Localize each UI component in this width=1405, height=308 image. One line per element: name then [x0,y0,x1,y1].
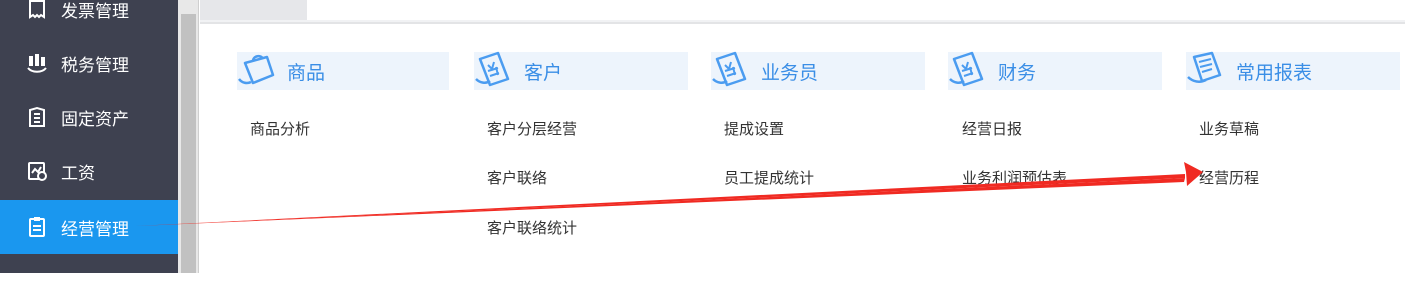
receipt-icon [712,51,747,87]
link-commission-settings[interactable]: 提成设置 [724,118,784,139]
category-title: 常用报表 [1236,61,1313,84]
invoice-icon [26,0,48,20]
tax-icon [26,52,48,74]
sidebar-item-business-management[interactable]: 经营管理 [0,200,178,254]
link-customer-contact-stats[interactable]: 客户联络统计 [487,217,577,238]
link-employee-commission-stats[interactable]: 员工提成统计 [724,167,814,188]
link-daily-business-report[interactable]: 经营日报 [962,118,1022,139]
receipt-icon [475,51,510,87]
receipt-icon [949,51,984,87]
sidebar-item-tax[interactable]: 税务管理 [0,36,178,90]
sidebar-item-fixed-assets[interactable]: 固定资产 [0,90,178,144]
sidebar-item-label: 工资 [61,163,95,184]
bag-icon [238,54,275,85]
sidebar-item-label: 税务管理 [61,55,129,76]
annotation-arrow [136,162,1203,226]
sidebar-item-more[interactable] [0,254,178,308]
circle-icon [26,270,48,292]
link-business-history[interactable]: 经营历程 [1199,167,1259,188]
category-customers: 客户 [474,51,688,90]
sidebar-item-label: 经营管理 [61,219,129,240]
link-product-analysis[interactable]: 商品分析 [250,118,310,139]
link-business-drafts[interactable]: 业务草稿 [1199,118,1259,139]
sidebar-item-salary[interactable]: 工资 [0,144,178,198]
category-salespeople: 业务员 [711,51,925,90]
category-title: 客户 [524,61,563,84]
building-icon [26,106,48,128]
category-title: 财务 [998,61,1037,84]
link-profit-estimate-table[interactable]: 业务利润预估表 [962,167,1067,188]
report-icon [1187,51,1222,83]
link-customer-tiering[interactable]: 客户分层经营 [487,118,577,139]
sidebar-item-invoice[interactable]: 发票管理 [0,0,178,36]
top-tab[interactable] [200,0,307,20]
sidebar: 发票管理 税务管理 固定资产 工资 经营管理 [0,0,178,292]
top-bar-panel [307,0,1405,20]
sidebar-item-label: 固定资产 [61,109,129,130]
sidebar-item-label: 发票管理 [61,1,129,22]
category-finance: 财务 [948,51,1162,90]
category-common-reports: 常用报表 [1186,51,1400,90]
link-customer-contact[interactable]: 客户联络 [487,167,547,188]
salary-icon [26,160,48,182]
category-products: 商品 [237,52,449,90]
clipboard-icon [26,216,48,238]
category-title: 业务员 [761,61,819,84]
category-title: 商品 [287,61,326,84]
sidebar-scrollbar-thumb[interactable] [181,14,196,273]
